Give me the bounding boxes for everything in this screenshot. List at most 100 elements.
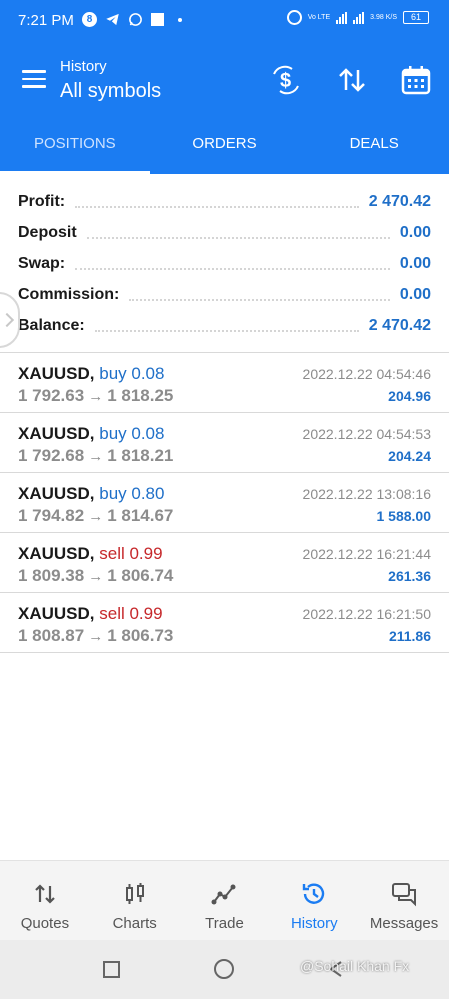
dotted-leader [94,329,359,332]
nav-history-label: History [290,915,338,932]
deal-prices: 1 794.82 → 1 814.67 [18,506,174,525]
deal-prices: 1 808.87 → 1 806.73 [18,626,174,645]
network-speed: 3.98 K/S [370,13,397,21]
deal-time: 2022.12.22 04:54:53 [302,426,431,442]
nav-quotes-label: Quotes [20,915,70,932]
system-navigation: @Sohail Khan Fx [0,940,449,999]
charts-icon [125,883,144,904]
profit-value: 2 470.42 [368,192,431,210]
recent-apps-button[interactable] [103,961,120,978]
deal-symbol: XAUUSD, buy 0.08 [18,424,165,443]
tab-orders[interactable]: ORDERS [150,114,300,174]
watermark: @Sohail Khan Fx [300,958,410,974]
deal-symbol: XAUUSD, buy 0.08 [18,364,165,383]
nav-messages[interactable]: Messages [359,861,449,940]
arrow-icon: → [88,568,104,585]
arrow-icon: → [88,448,104,465]
arrow-icon: → [88,508,104,525]
nav-charts[interactable]: Charts [90,861,180,940]
deal-time: 2022.12.22 04:54:46 [302,366,431,382]
deposit-label: Deposit [18,223,77,241]
balance-label: Balance: [18,316,85,334]
header-subtitle: History [60,58,107,75]
commission-value: 0.00 [399,285,431,303]
deal-symbol: XAUUSD, sell 0.99 [18,544,163,563]
account-summary: Profit: 2 470.42 Deposit 0.00 Swap: 0.00… [0,186,449,341]
list-item[interactable]: XAUUSD, sell 0.99 1 809.38 → 1 806.74 2022… [0,533,449,593]
app-badge-icon: 8 [82,12,97,27]
status-right-icons: Vo LTE 3.98 K/S 61 [286,10,429,25]
dotted-leader [129,298,390,301]
deal-side: buy 0.80 [99,484,165,503]
currency-exchange-icon[interactable]: $ [270,64,302,96]
list-item[interactable]: XAUUSD, sell 0.99 1 808.87 → 1 806.73 2022… [0,593,449,653]
home-button[interactable] [214,959,234,979]
signal-icon [336,11,348,24]
header-title[interactable]: All symbols [60,80,161,103]
nav-messages-label: Messages [369,915,439,932]
swap-value: 0.00 [399,254,431,272]
nav-trade[interactable]: Trade [180,861,270,940]
telegram-icon [106,13,119,26]
battery-level: 61 [410,12,421,22]
deal-side: buy 0.08 [99,364,165,383]
quotes-icon [35,884,55,904]
network-label: Vo LTE [307,13,331,21]
summary-profit-row: Profit: 2 470.42 [0,186,449,217]
list-item[interactable]: XAUUSD, buy 0.80 1 794.82 → 1 814.67 2022.… [0,473,449,533]
battery-icon: 61 [403,11,429,24]
deal-prices: 1 792.68 → 1 818.21 [18,446,174,465]
arrow-icon: → [88,628,104,645]
deal-profit: 1 588.00 [376,508,432,524]
deals-list: XAUUSD, buy 0.08 1 792.63 → 1 818.25 2022.… [0,352,449,653]
deposit-value: 0.00 [399,223,431,241]
calendar-icon[interactable] [400,64,432,96]
tab-deals[interactable]: DEALS [299,114,449,174]
square-icon [151,13,164,26]
deal-side: buy 0.08 [99,424,165,443]
list-item[interactable]: XAUUSD, buy 0.08 1 792.63 → 1 818.25 2022.… [0,353,449,413]
nav-charts-label: Charts [112,915,157,932]
deal-profit: 261.36 [388,568,431,584]
status-time: 7:21 PM [18,12,74,29]
nav-history[interactable]: History [269,861,359,940]
summary-commission-row: Commission: 0.00 [0,279,449,310]
deal-prices: 1 792.63 → 1 818.25 [18,386,174,405]
signal-icon-2 [353,11,365,24]
notification-icons: 8 [82,12,182,27]
more-dot-icon [178,17,182,22]
messages-icon [392,883,417,907]
svg-text:$: $ [280,70,291,92]
history-tabs: POSITIONS ORDERS DEALS [0,114,449,174]
sort-icon[interactable] [336,64,368,96]
deal-symbol: XAUUSD, sell 0.99 [18,604,163,623]
deal-prices: 1 809.38 → 1 806.74 [18,566,174,585]
deal-symbol: XAUUSD, buy 0.80 [18,484,165,503]
deal-profit: 211.86 [388,628,431,644]
list-item[interactable]: XAUUSD, buy 0.08 1 792.68 → 1 818.21 2022.… [0,413,449,473]
tab-positions[interactable]: POSITIONS [0,114,150,174]
commission-label: Commission: [18,285,120,303]
menu-icon[interactable] [22,70,46,88]
deal-time: 2022.12.22 16:21:50 [302,606,431,622]
arrow-icon: → [88,388,104,405]
summary-deposit-row: Deposit 0.00 [0,217,449,248]
deal-side: sell 0.99 [99,604,163,623]
swap-label: Swap: [18,254,66,272]
bottom-navigation: Quotes Charts Trade History Messages [0,860,449,940]
balance-value: 2 470.42 [368,316,431,334]
deal-time: 2022.12.22 13:08:16 [302,486,431,502]
deal-time: 2022.12.22 16:21:44 [302,546,431,562]
history-icon [303,883,325,904]
profit-label: Profit: [18,192,66,210]
dotted-leader [75,205,359,208]
summary-balance-row: Balance: 2 470.42 [0,310,449,341]
dotted-leader [75,267,390,270]
deal-profit: 204.96 [388,388,431,404]
dotted-leader [86,236,390,239]
nav-quotes[interactable]: Quotes [0,861,90,940]
status-bar: 7:21 PM 8 Vo LTE 3.98 K/S 61 [0,0,449,44]
whatsapp-icon [129,13,142,26]
deal-side: sell 0.99 [99,544,163,563]
trade-icon [211,884,236,905]
